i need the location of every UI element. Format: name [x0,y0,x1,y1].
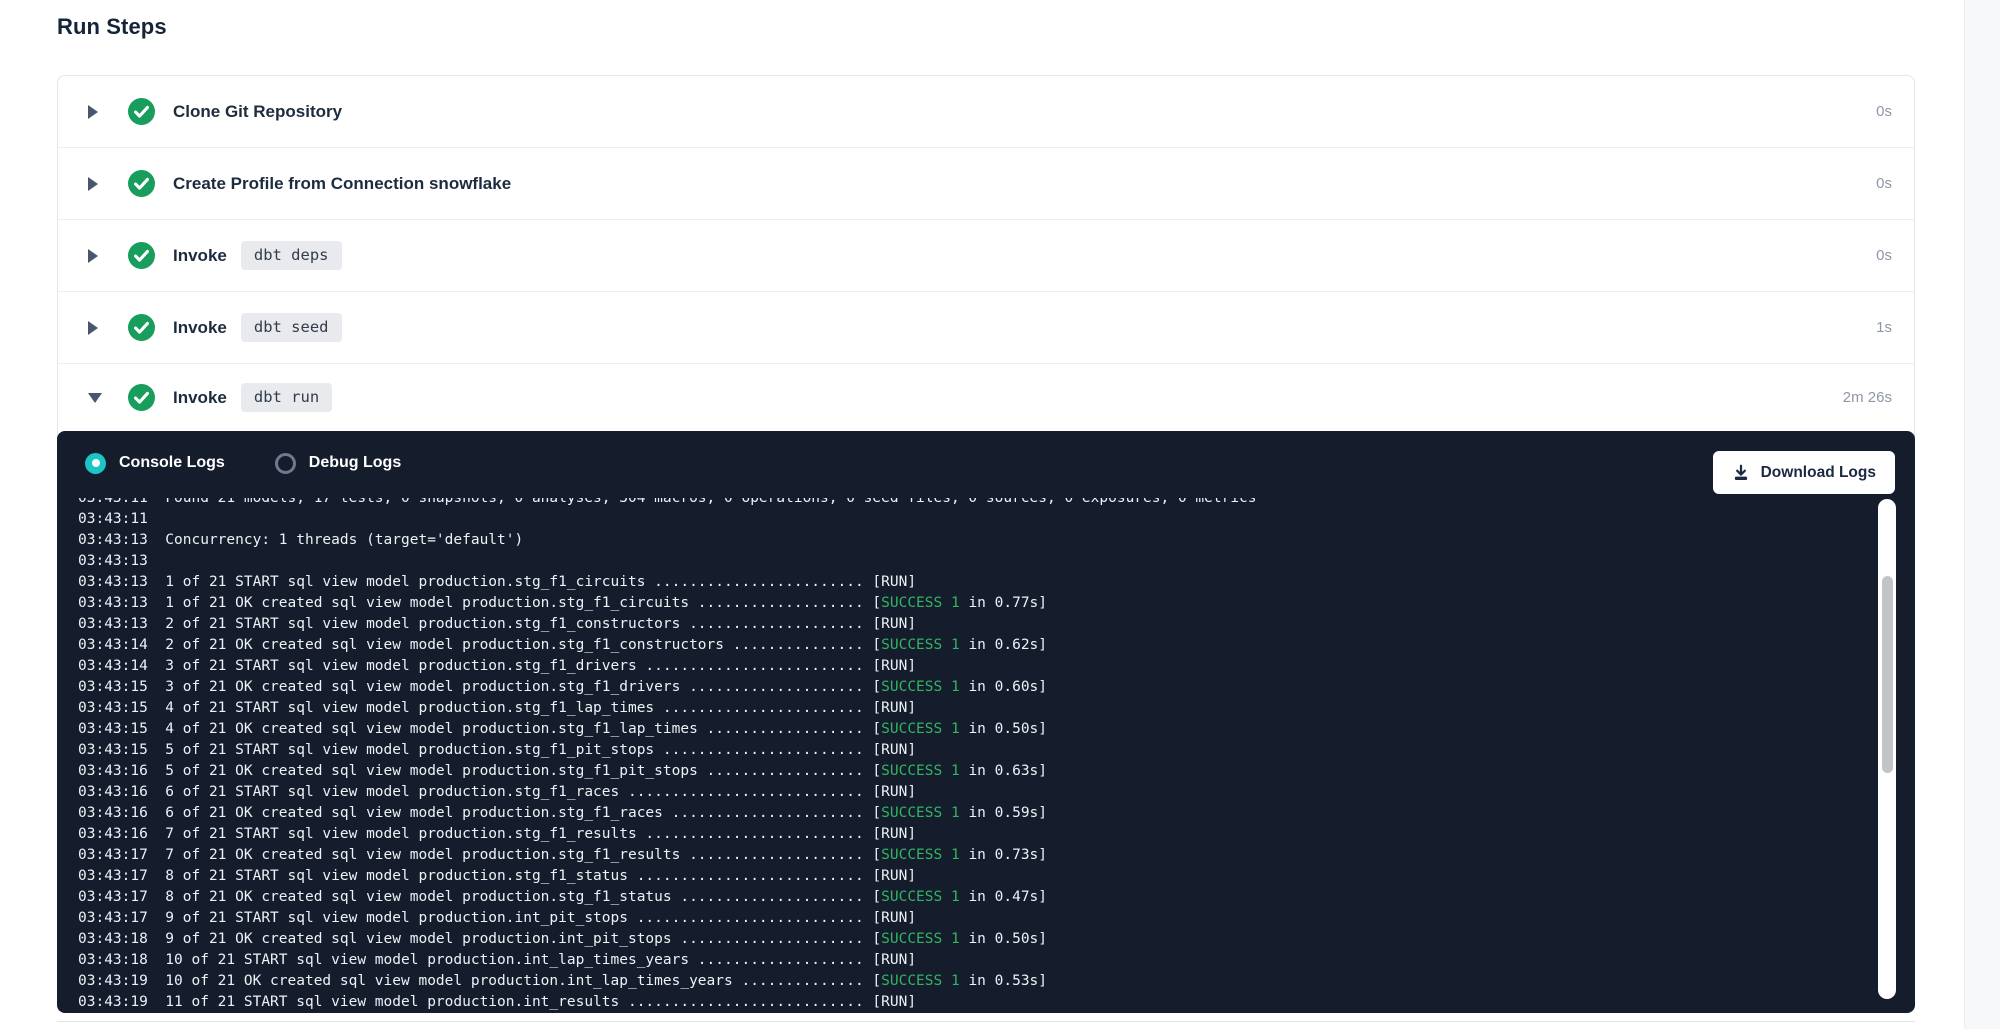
command-pill: dbt seed [241,313,342,342]
log-line: 03:43:16 7 of 21 START sql view model pr… [78,824,1915,845]
log-output-area[interactable]: 03:43:11 Found 21 models, 17 tests, 0 sn… [57,498,1915,1013]
step-label: Invoke [173,246,227,266]
chevron-right-icon[interactable] [88,321,104,335]
log-line: 03:43:15 4 of 21 START sql view model pr… [78,698,1915,719]
log-line: 03:43:18 9 of 21 OK created sql view mod… [78,929,1915,950]
log-line: 03:43:14 3 of 21 START sql view model pr… [78,656,1915,677]
debug-logs-label: Debug Logs [309,454,401,472]
log-line: 03:43:13 Concurrency: 1 threads (target=… [78,530,1915,551]
log-line: 03:43:14 2 of 21 OK created sql view mod… [78,635,1915,656]
log-scrollbar-thumb[interactable] [1882,576,1893,773]
step-label: Clone Git Repository [173,102,342,122]
step-label: Invoke [173,318,227,338]
log-line: 03:43:19 10 of 21 OK created sql view mo… [78,971,1915,992]
download-icon [1732,464,1750,482]
command-pill: dbt run [241,383,332,412]
log-line: 03:43:13 1 of 21 OK created sql view mod… [78,593,1915,614]
step-duration: 2m 26s [1843,389,1914,406]
log-line: 03:43:13 2 of 21 START sql view model pr… [78,614,1915,635]
step-duration: 0s [1876,247,1914,264]
step-label: Create Profile from Connection snowflake [173,174,511,194]
step-duration: 1s [1876,319,1914,336]
log-line: 03:43:16 6 of 21 START sql view model pr… [78,782,1915,803]
chevron-right-icon[interactable] [88,177,104,191]
radio-unselected-icon[interactable] [275,453,296,474]
step-row-create-profile[interactable]: Create Profile from Connection snowflake… [58,148,1914,220]
run-steps-card: Clone Git Repository 0s Create Profile f… [57,75,1915,1013]
log-line: 03:43:18 10 of 21 START sql view model p… [78,950,1915,971]
radio-selected-icon[interactable] [85,453,106,474]
log-scrollbar-track[interactable] [1878,499,1896,999]
log-line: 03:43:13 [78,551,1915,572]
download-logs-button[interactable]: Download Logs [1713,451,1895,494]
log-line: 03:43:11 Found 21 models, 17 tests, 0 sn… [78,498,1915,509]
chevron-down-icon[interactable] [88,393,104,403]
log-line: 03:43:15 4 of 21 OK created sql view mod… [78,719,1915,740]
step-duration: 0s [1876,103,1914,120]
log-lines: 03:43:11 Found 21 models, 17 tests, 0 sn… [78,498,1915,1013]
step-row-invoke-dbt-deps[interactable]: Invoke dbt deps 0s [58,220,1914,292]
chevron-right-icon[interactable] [88,249,104,263]
next-section-divider [57,1021,1915,1022]
log-line: 03:43:17 8 of 21 START sql view model pr… [78,866,1915,887]
log-line: 03:43:17 8 of 21 OK created sql view mod… [78,887,1915,908]
log-type-controls: Console Logs Debug Logs [57,431,1915,495]
success-check-icon [128,314,155,341]
step-row-invoke-dbt-run[interactable]: Invoke dbt run 2m 26s [58,364,1914,431]
download-logs-label: Download Logs [1761,464,1876,482]
log-line: 03:43:15 3 of 21 OK created sql view mod… [78,677,1915,698]
success-check-icon [128,384,155,411]
console-log-panel: Console Logs Debug Logs Download Logs 03… [57,431,1915,1013]
log-line: 03:43:13 1 of 21 START sql view model pr… [78,572,1915,593]
log-line: 03:43:19 11 of 21 START sql view model p… [78,992,1915,1013]
page-right-gutter [1964,0,2000,1029]
log-line: 03:43:17 7 of 21 OK created sql view mod… [78,845,1915,866]
command-pill: dbt deps [241,241,342,270]
step-row-clone-git-repository[interactable]: Clone Git Repository 0s [58,76,1914,148]
log-line: 03:43:11 [78,509,1915,530]
log-line: 03:43:16 6 of 21 OK created sql view mod… [78,803,1915,824]
page-title: Run Steps [57,14,167,40]
success-check-icon [128,242,155,269]
step-label: Invoke [173,388,227,408]
debug-logs-radio[interactable]: Debug Logs [275,453,401,474]
console-logs-radio[interactable]: Console Logs [85,453,225,474]
log-line: 03:43:15 5 of 21 START sql view model pr… [78,740,1915,761]
success-check-icon [128,170,155,197]
success-check-icon [128,98,155,125]
log-line: 03:43:17 9 of 21 START sql view model pr… [78,908,1915,929]
console-logs-label: Console Logs [119,454,225,472]
log-line: 03:43:16 5 of 21 OK created sql view mod… [78,761,1915,782]
step-duration: 0s [1876,175,1914,192]
step-row-invoke-dbt-seed[interactable]: Invoke dbt seed 1s [58,292,1914,364]
chevron-right-icon[interactable] [88,105,104,119]
